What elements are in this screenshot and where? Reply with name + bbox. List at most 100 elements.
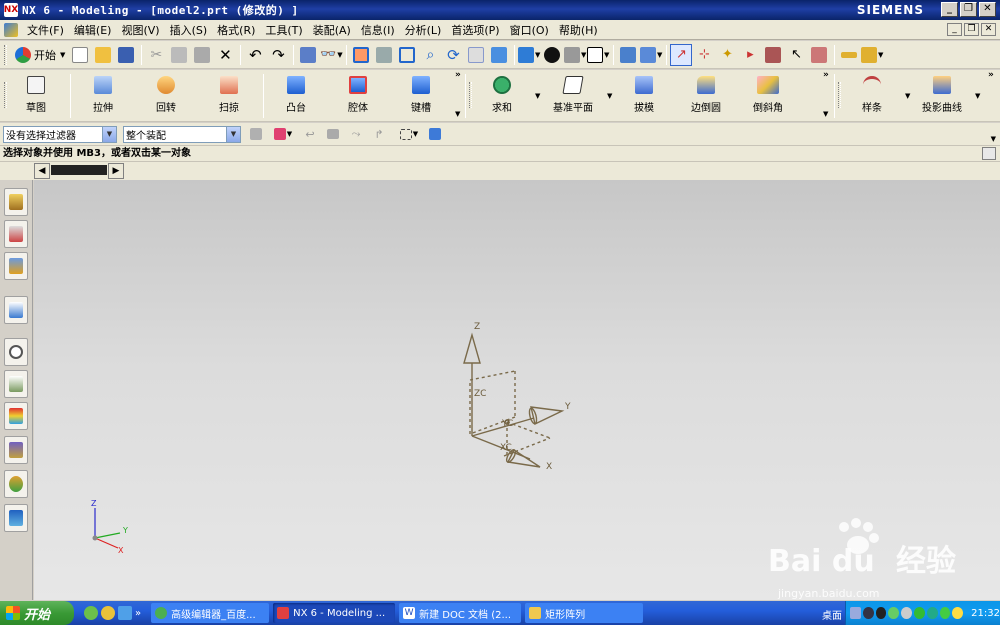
filter-tool-button[interactable] [245,123,267,145]
menu-preferences[interactable]: 首选项(P) [446,22,504,38]
cut-button[interactable]: ✂ [145,44,167,66]
chevron-right-icon[interactable]: » [135,608,141,619]
chamfer-button[interactable]: 倒斜角 [738,74,798,116]
history-tab[interactable] [4,338,28,366]
chevron-right-icon[interactable]: » [823,70,829,80]
wcs-rotate-button[interactable]: ✦ [716,44,738,66]
z-axis-arrow[interactable] [463,332,481,364]
quick-launch-icon[interactable] [101,606,115,620]
menu-insert[interactable]: 插入(S) [165,22,213,38]
visibility-button[interactable]: 👓 ▼ [320,44,343,66]
edge-rule-button[interactable]: ⤳ [345,123,367,145]
chevron-right-icon[interactable]: » [988,70,994,80]
part-navigator-tab[interactable] [4,252,28,280]
security-icon[interactable] [939,607,951,619]
taskbar-item-active[interactable]: NX 6 - Modeling ... [273,603,396,623]
process-studio-tab[interactable] [4,436,28,464]
zoom-button[interactable] [396,44,418,66]
render-style-button[interactable] [541,44,563,66]
measure-angle-button[interactable]: ▼ [861,44,883,66]
visualization-tab[interactable] [4,402,28,430]
boss-button[interactable]: 凸台 [266,74,326,116]
qq-icon[interactable] [875,607,887,619]
background-button[interactable]: ▼ [564,44,586,66]
sketch-button[interactable]: 草图 [6,74,66,116]
zoom-window-button[interactable] [373,44,395,66]
datum-plane-button[interactable]: 基准平面 [543,74,603,116]
taskbar-item[interactable]: 矩形阵列 [525,603,644,623]
menu-tools[interactable]: 工具(T) [260,22,307,38]
chevron-down-icon[interactable]: ▼ [535,92,540,100]
restore-button[interactable]: ❐ [960,2,977,17]
layer-button[interactable]: ▼ [640,44,662,66]
clock[interactable]: 21:32 [971,608,1000,619]
save-button[interactable] [115,44,137,66]
draft-button[interactable]: 拔模 [614,74,674,116]
input-method-icon[interactable] [952,607,964,619]
edge-blend-button[interactable]: 边倒圆 [676,74,736,116]
rectangle-select-button[interactable]: ▼ [395,123,423,145]
menu-format[interactable]: 格式(R) [212,22,260,38]
chevron-right-icon[interactable]: » [455,70,461,80]
update-icon[interactable] [913,607,925,619]
extrude-button[interactable]: 拉伸 [73,74,133,116]
assembly-scope-select[interactable]: 整个装配 ▼ [123,125,241,143]
chevron-down-icon[interactable]: ▼ [455,110,460,118]
face-rule-button[interactable] [322,123,344,145]
shaded-view-button[interactable]: ▼ [518,44,540,66]
revolve-button[interactable]: 回转 [136,74,196,116]
chevron-down-icon[interactable]: ▼ [975,92,980,100]
new-file-button[interactable] [69,44,91,66]
chevron-right-icon[interactable]: ▶ [108,163,124,179]
snap-point-button[interactable]: ▼ [268,123,298,145]
windows-start-button[interactable]: 开始 [0,601,74,625]
wcs-button[interactable]: ↗ [670,43,693,66]
minimize-button[interactable]: _ [941,2,958,17]
perspective-button[interactable] [488,44,510,66]
reuse-library-tab[interactable] [4,296,28,324]
paste-button[interactable] [191,44,213,66]
sweep-button[interactable]: 扫掠 [199,74,259,116]
assembly-navigator-tab[interactable] [4,188,28,216]
doc-minimize-button[interactable]: _ [947,23,962,36]
wcs-dynamic-button[interactable]: ▸ [739,44,761,66]
shield-icon[interactable] [926,607,938,619]
menu-analysis[interactable]: 分析(L) [400,22,447,38]
messenger-icon[interactable] [888,607,900,619]
toolbar-grip[interactable] [838,82,841,108]
taskbar-item[interactable]: 高级编辑器_百度... [151,603,270,623]
pan-button[interactable] [465,44,487,66]
project-curve-button[interactable]: 投影曲线 [912,74,972,116]
wcs-save-button[interactable] [808,44,830,66]
undo-button[interactable]: ↶ [244,44,266,66]
magnify-button[interactable]: ⌕ [419,44,441,66]
color-swatch-button[interactable]: ▼ [587,44,609,66]
measure-distance-button[interactable] [838,44,860,66]
spline-button[interactable]: 样条 [842,74,902,116]
menu-window[interactable]: 窗口(O) [505,22,554,38]
menu-edit[interactable]: 编辑(E) [69,22,117,38]
menu-assemblies[interactable]: 装配(A) [308,22,356,38]
copy-button[interactable] [168,44,190,66]
select-pointer-button[interactable]: ↖ [785,44,807,66]
chevron-down-icon[interactable]: ▼ [607,92,612,100]
body-rule-button[interactable]: ↱ [368,123,390,145]
section-view-button[interactable] [617,44,639,66]
wcs-orient-button[interactable] [762,44,784,66]
pocket-button[interactable]: 腔体 [328,74,388,116]
delete-button[interactable]: ✕ [214,44,236,66]
chevron-left-icon[interactable]: ◀ [34,163,50,179]
nx-icon[interactable]: NX [4,3,18,17]
select-body-button[interactable] [424,123,446,145]
open-file-button[interactable] [92,44,114,66]
roles-tab[interactable] [4,470,28,498]
constraint-navigator-tab[interactable] [4,220,28,248]
system-scene-tab[interactable] [4,504,28,532]
network-icon[interactable] [850,607,861,619]
doc-close-button[interactable]: ✕ [981,23,996,36]
unite-button[interactable]: 求和 [472,74,532,116]
rotate-button[interactable]: ⟳ [442,44,464,66]
slot-button[interactable]: 键槽 [391,74,451,116]
redo-button[interactable]: ↷ [267,44,289,66]
wcs-csys[interactable] [463,332,565,468]
